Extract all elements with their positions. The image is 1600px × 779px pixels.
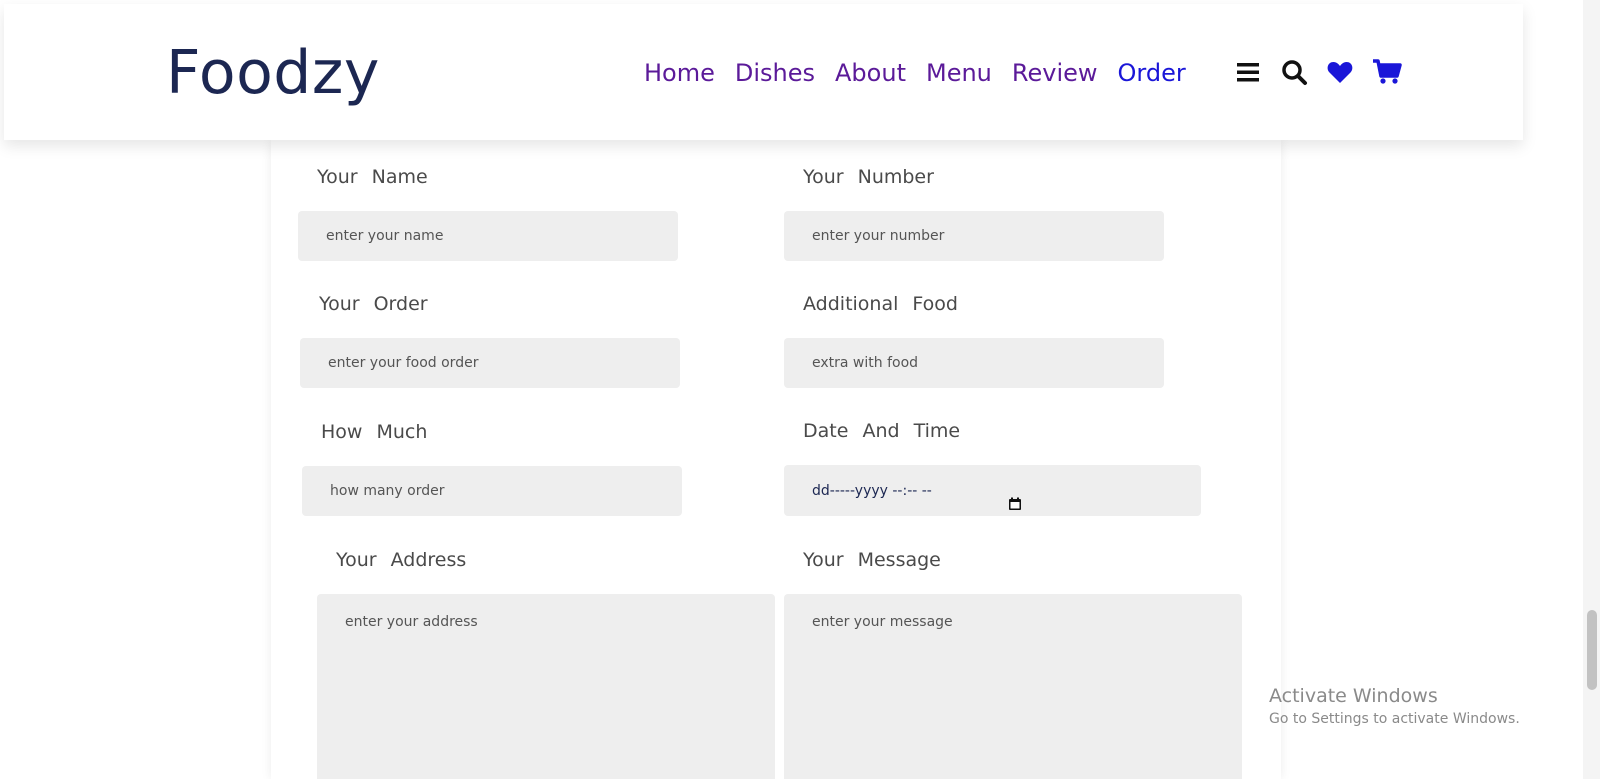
datetime-label: Date And Time	[803, 420, 961, 442]
additional-food-label: Additional Food	[803, 293, 958, 315]
order-input[interactable]: enter your food order	[300, 338, 680, 388]
nav-dishes[interactable]: Dishes	[735, 59, 815, 87]
number-label: Your Number	[803, 166, 934, 188]
nav-order[interactable]: Order	[1118, 59, 1186, 87]
search-icon[interactable]	[1280, 58, 1308, 86]
activate-windows-watermark: Activate Windows Go to Settings to activ…	[1269, 685, 1520, 727]
cart-icon[interactable]	[1372, 58, 1402, 86]
header-icons	[1234, 58, 1402, 86]
order-form-panel: Your Name enter your name Your Number en…	[271, 140, 1281, 779]
scrollbar-thumb[interactable]	[1587, 610, 1597, 690]
additional-food-input[interactable]: extra with food	[784, 338, 1164, 388]
datetime-input[interactable]: dd-----yyyy --:-- --	[784, 465, 1201, 516]
message-textarea[interactable]: enter your message	[784, 594, 1242, 779]
nav-menu[interactable]: Menu	[926, 59, 992, 87]
name-input[interactable]: enter your name	[298, 211, 678, 261]
bars-icon[interactable]	[1234, 58, 1262, 86]
activate-subtitle: Go to Settings to activate Windows.	[1269, 711, 1520, 727]
number-input[interactable]: enter your number	[784, 211, 1164, 261]
nav-about[interactable]: About	[835, 59, 906, 87]
nav-home[interactable]: Home	[644, 59, 715, 87]
how-much-label: How Much	[321, 421, 428, 443]
calendar-icon[interactable]	[1008, 482, 1022, 510]
site-header: Foodzy Home Dishes About Menu Review Ord…	[4, 4, 1523, 140]
site-logo[interactable]: Foodzy	[166, 38, 380, 108]
page-scrollbar[interactable]	[1583, 0, 1600, 779]
message-label: Your Message	[803, 549, 941, 571]
how-much-input[interactable]: how many order	[302, 466, 682, 516]
main-nav: Home Dishes About Menu Review Order	[644, 59, 1186, 87]
name-label: Your Name	[317, 166, 428, 188]
order-label: Your Order	[319, 293, 428, 315]
address-textarea[interactable]: enter your address	[317, 594, 775, 779]
address-label: Your Address	[336, 549, 467, 571]
activate-title: Activate Windows	[1269, 685, 1438, 707]
nav-review[interactable]: Review	[1012, 59, 1098, 87]
heart-icon[interactable]	[1326, 58, 1354, 86]
datetime-placeholder: dd-----yyyy --:-- --	[812, 482, 932, 499]
